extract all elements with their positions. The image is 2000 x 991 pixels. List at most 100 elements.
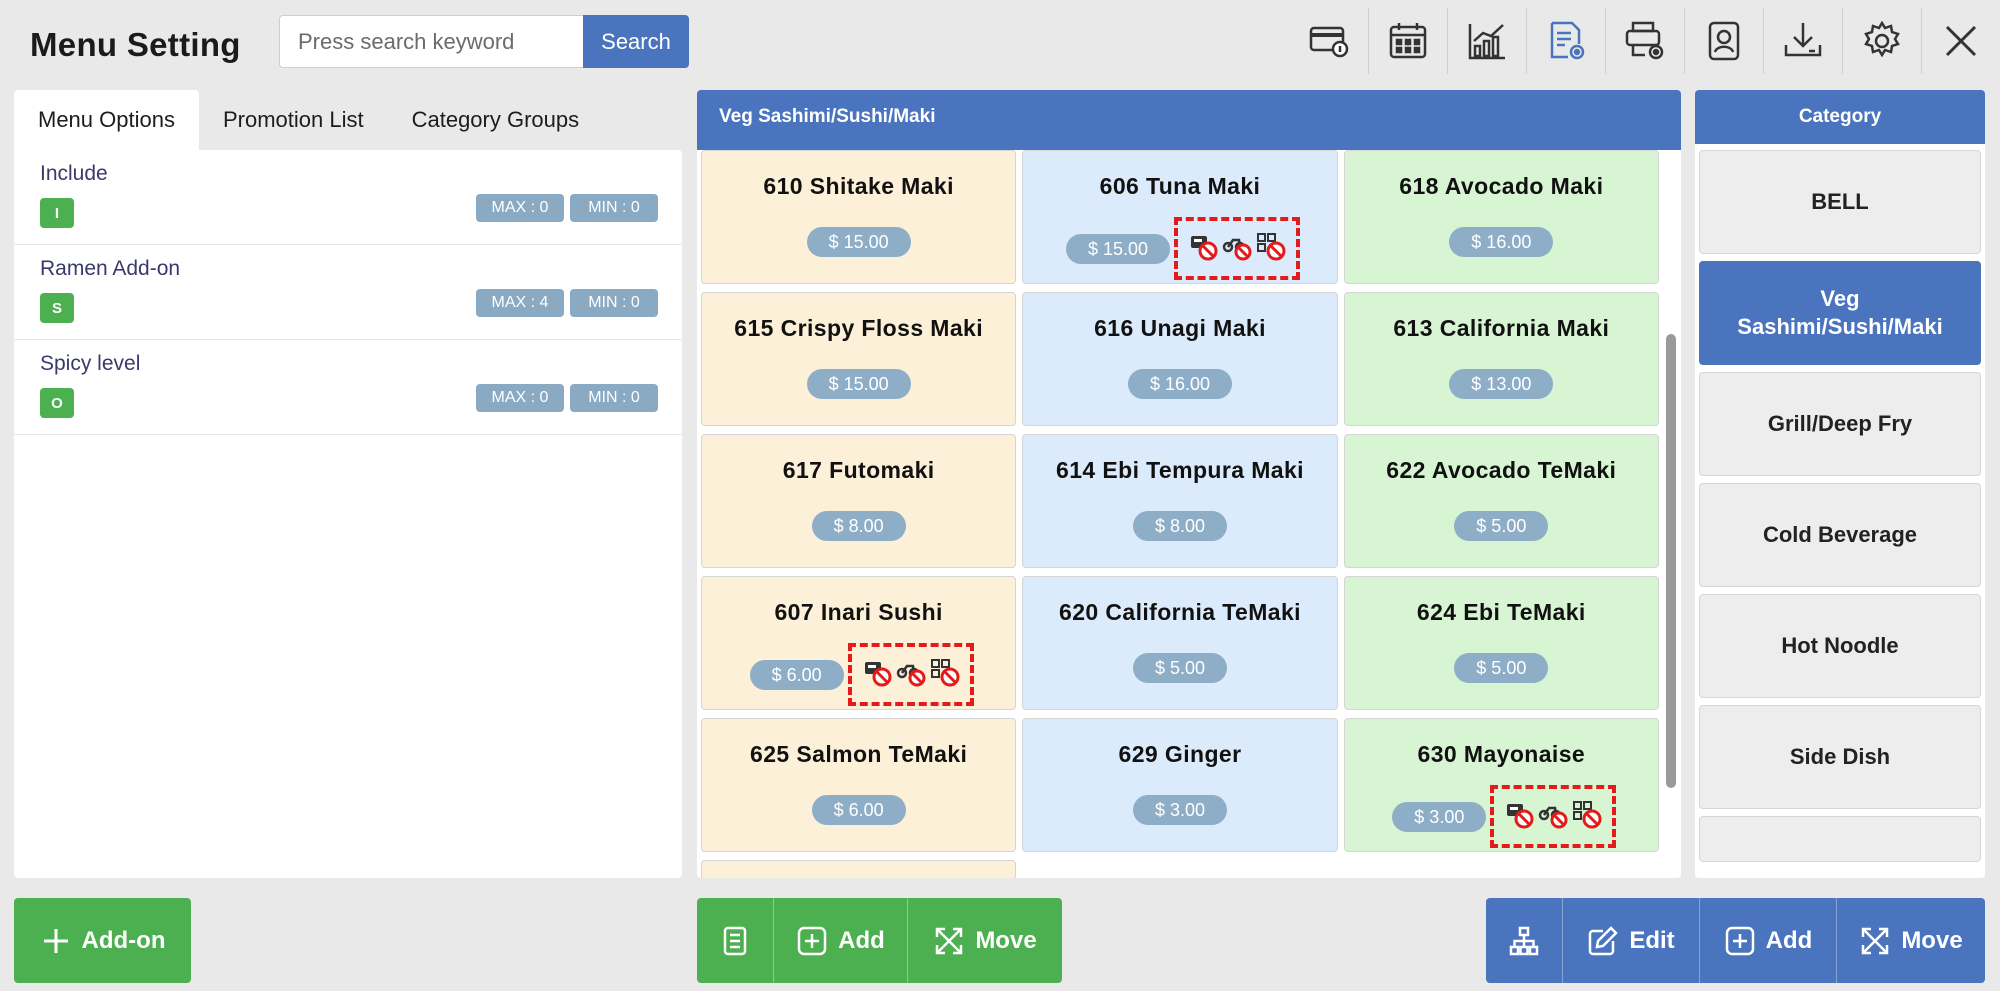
option-min: MIN : 0: [570, 384, 658, 412]
menu-item-card[interactable]: 614 Ebi Tempura Maki $ 8.00: [1022, 434, 1338, 568]
plus-icon: [43, 928, 68, 953]
menu-item-card[interactable]: 613 California Maki $ 13.00: [1343, 292, 1659, 426]
search-button[interactable]: Search: [583, 15, 689, 68]
calendar-icon[interactable]: [1368, 8, 1447, 74]
option-name: Spicy level: [40, 352, 141, 375]
item-button-group: Add Move: [697, 898, 1062, 983]
menu-item-price: $ 15.00: [806, 369, 911, 399]
edit-icon: [1589, 925, 1619, 955]
menu-item-price: $ 3.00: [1132, 795, 1228, 825]
menu-item-card[interactable]: 615 Crispy Floss Maki $ 15.00: [701, 292, 1017, 426]
menu-item-price: $ 16.00: [1127, 369, 1233, 399]
add-on-button[interactable]: Add-on: [14, 898, 191, 983]
menu-item-card[interactable]: 616 Unagi Maki $ 16.00: [1022, 292, 1338, 426]
current-category-title: Veg Sashimi/Sushi/Maki: [697, 90, 1681, 150]
menu-item-card[interactable]: 624 Ebi TeMaki $ 5.00: [1343, 576, 1659, 710]
menu-item-card-partial[interactable]: [701, 860, 1017, 878]
move-category-label: Move: [1901, 926, 1963, 954]
add-category-button[interactable]: Add: [1699, 898, 1836, 983]
category-header: Category: [1695, 90, 1985, 144]
chart-icon[interactable]: [1447, 8, 1526, 74]
menu-item-name: 625 Salmon TeMaki: [750, 741, 968, 767]
move-item-label: Move: [975, 926, 1037, 954]
menu-item-name: 629 Ginger: [1118, 741, 1242, 767]
option-row[interactable]: Ramen Add-on S MAX : 4 MIN : 0: [14, 245, 682, 340]
hierarchy-button[interactable]: [1486, 898, 1562, 983]
menu-item-name: 617 Futomaki: [782, 457, 935, 483]
option-type-badge: I: [40, 198, 74, 228]
menu-item-card[interactable]: 630 Mayonaise $ 3.00: [1343, 718, 1659, 852]
edit-category-button[interactable]: Edit: [1562, 898, 1699, 983]
option-name: Ramen Add-on: [40, 257, 181, 280]
list-view-button[interactable]: [697, 898, 773, 983]
page-title: Menu Setting: [30, 26, 241, 63]
option-row[interactable]: Spicy level O MAX : 0 MIN : 0: [14, 340, 682, 435]
menu-item-name: 620 California TeMaki: [1059, 599, 1301, 625]
menu-item-card[interactable]: 620 California TeMaki $ 5.00: [1022, 576, 1338, 710]
plus-square-icon: [1725, 926, 1754, 955]
download-icon[interactable]: [1763, 8, 1842, 74]
menu-item-card[interactable]: 606 Tuna Maki $ 15.00: [1022, 150, 1338, 284]
category-side-dish[interactable]: Side Dish: [1699, 705, 1981, 809]
move-item-button[interactable]: Move: [907, 898, 1062, 983]
menu-item-card[interactable]: 610 Shitake Maki $ 15.00: [701, 150, 1017, 284]
menu-item-card[interactable]: 622 Avocado TeMaki $ 5.00: [1343, 434, 1659, 568]
disabled-channel-flags: [1174, 217, 1301, 280]
toolbar: [1289, 8, 2000, 74]
highlight-dashed-box: [847, 643, 974, 706]
tab-category-groups[interactable]: Category Groups: [388, 90, 604, 150]
category-grill-deep-fry[interactable]: Grill/Deep Fry: [1699, 372, 1981, 476]
close-icon[interactable]: [1921, 8, 2000, 74]
menu-item-card[interactable]: 617 Futomaki $ 8.00: [701, 434, 1017, 568]
menu-item-name: 613 California Maki: [1393, 315, 1610, 341]
menu-item-name: 615 Crispy Floss Maki: [734, 315, 984, 341]
header: Menu Setting Search: [0, 0, 2000, 86]
menu-item-price: $ 5.00: [1454, 653, 1549, 683]
menu-item-name: 610 Shitake Maki: [763, 173, 954, 199]
items-scrollbar[interactable]: [1666, 334, 1676, 788]
menu-item-card[interactable]: 625 Salmon TeMaki $ 6.00: [701, 718, 1017, 852]
report-settings-icon[interactable]: [1526, 8, 1605, 74]
add-item-button[interactable]: Add: [773, 898, 907, 983]
menu-item-price: $ 5.00: [1132, 653, 1228, 683]
category-veg-sashimi[interactable]: Veg Sashimi/Sushi/Maki: [1699, 261, 1981, 365]
menu-item-card[interactable]: 629 Ginger $ 3.00: [1022, 718, 1338, 852]
printer-settings-icon[interactable]: [1605, 8, 1684, 74]
search-input[interactable]: [279, 15, 583, 68]
menu-item-price: $ 15.00: [806, 227, 911, 257]
menu-item-card[interactable]: 618 Avocado Maki $ 16.00: [1343, 150, 1659, 284]
menu-item-name: 614 Ebi Tempura Maki: [1056, 457, 1304, 483]
menu-item-grid: 610 Shitake Maki $ 15.00 606 Tuna Maki $ 15…: [701, 150, 1659, 878]
menu-item-name: 630 Mayonaise: [1417, 741, 1586, 767]
add-on-label: Add-on: [81, 926, 166, 954]
menu-item-card[interactable]: 607 Inari Sushi $ 6.00: [701, 576, 1017, 710]
category-label: Veg Sashimi/Sushi/Maki: [1737, 286, 1943, 339]
option-type-badge: O: [40, 388, 74, 418]
tab-menu-options[interactable]: Menu Options: [14, 90, 199, 150]
menu-item-price: $ 5.00: [1454, 511, 1549, 541]
menu-item-price: $ 8.00: [811, 511, 906, 541]
category-hot-noodle[interactable]: Hot Noodle: [1699, 594, 1981, 698]
category-bell[interactable]: BELL: [1699, 150, 1981, 254]
disabled-channel-flags: [1490, 785, 1617, 848]
menu-options-panel: Menu Options Promotion List Category Gro…: [14, 90, 682, 878]
category-partial[interactable]: [1699, 816, 1981, 862]
menu-item-price: $ 8.00: [1132, 511, 1228, 541]
disabled-channel-flags: [847, 643, 974, 706]
menu-item-name: 622 Avocado TeMaki: [1386, 457, 1617, 483]
option-max: MAX : 0: [476, 194, 564, 222]
move-icon: [1862, 927, 1889, 954]
category-button-group: Edit Add Move: [1486, 898, 1985, 983]
category-panel: Category BELL Veg Sashimi/Sushi/Maki Gri…: [1695, 90, 1985, 878]
user-badge-icon[interactable]: [1684, 8, 1763, 74]
menu-item-price: $ 3.00: [1392, 801, 1487, 832]
gear-icon[interactable]: [1842, 8, 1921, 74]
menu-item-price: $ 15.00: [1065, 233, 1171, 264]
move-category-button[interactable]: Move: [1836, 898, 1985, 983]
card-info-icon[interactable]: [1289, 8, 1368, 74]
category-cold-beverage[interactable]: Cold Beverage: [1699, 483, 1981, 587]
plus-square-icon: [797, 926, 827, 955]
tab-promotion-list[interactable]: Promotion List: [199, 90, 388, 150]
list-icon: [723, 926, 747, 955]
option-row[interactable]: Include I MAX : 0 MIN : 0: [14, 150, 682, 245]
